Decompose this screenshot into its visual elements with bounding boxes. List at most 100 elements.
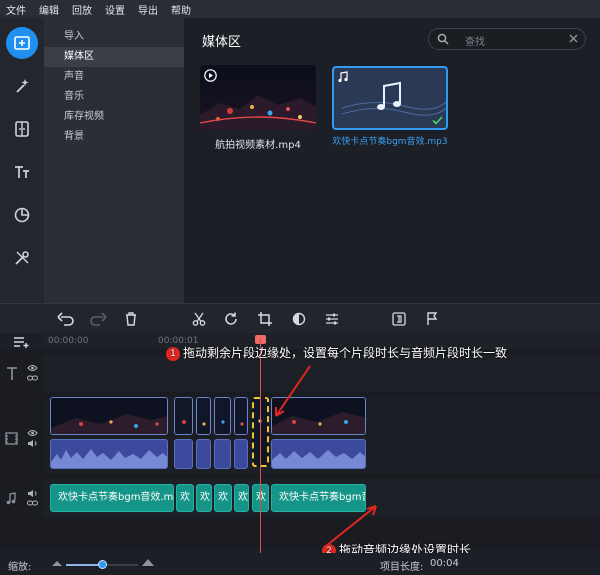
project-length-label: 项目长度: bbox=[380, 562, 424, 573]
media-category-list: 导入 媒体区 声音 音乐 库存视频 背景 bbox=[44, 18, 184, 303]
volume-icon[interactable] bbox=[27, 439, 38, 448]
zoom-out-icon[interactable] bbox=[52, 559, 62, 567]
ruler-tick-0: 00:00:00 bbox=[48, 336, 89, 346]
menu-settings[interactable]: 设置 bbox=[105, 2, 125, 17]
audio-clip-4[interactable]: 欢 bbox=[214, 484, 232, 512]
category-background[interactable]: 背景 bbox=[44, 127, 184, 147]
category-music[interactable]: 音乐 bbox=[44, 87, 184, 107]
checkmark-icon bbox=[432, 116, 443, 125]
video-clip-thumbnail bbox=[272, 398, 365, 434]
clock-sticker-icon bbox=[14, 207, 30, 223]
tools-icon bbox=[15, 251, 29, 265]
titles-tool-button[interactable] bbox=[6, 156, 38, 188]
waveform-graphic bbox=[272, 450, 365, 468]
video-editor-window: 文件 编辑 回放 设置 导出 帮助 导入 媒体区 声音 音乐 库存视频 背景 媒… bbox=[0, 0, 600, 575]
playhead-line[interactable] bbox=[260, 338, 261, 554]
rotate-icon[interactable] bbox=[224, 312, 239, 326]
link-icon[interactable] bbox=[27, 499, 38, 507]
audio-clip-1[interactable]: 欢快卡点节奏bgm音效.mp3 bbox=[50, 484, 174, 512]
video-clip-thumbnail bbox=[197, 398, 210, 434]
video-clip-4[interactable] bbox=[214, 397, 231, 435]
audio-clip-7[interactable]: 欢快卡点节奏bgm音效 bbox=[271, 484, 366, 512]
media-item-audio[interactable] bbox=[332, 66, 448, 130]
add-track-icon[interactable] bbox=[13, 335, 31, 348]
visibility-eye-icon[interactable] bbox=[27, 429, 38, 437]
effects-tool-button[interactable] bbox=[6, 70, 38, 102]
stickers-tool-button[interactable] bbox=[6, 199, 38, 231]
video-clip-thumbnail bbox=[215, 398, 230, 434]
text-track-icon bbox=[7, 367, 17, 380]
video-clip-thumbnail bbox=[175, 398, 192, 434]
menu-export[interactable]: 导出 bbox=[138, 2, 158, 17]
film-track-icon bbox=[5, 432, 18, 445]
zoom-slider-track[interactable] bbox=[66, 560, 138, 569]
annotation-1: 1 拖动剩余片段边缘处，设置每个片段时长与音频片段时长一致 bbox=[166, 344, 507, 361]
category-import[interactable]: 导入 bbox=[44, 27, 184, 47]
properties-icon[interactable] bbox=[325, 312, 339, 326]
project-length-value: 00:04 bbox=[430, 558, 459, 569]
video-clip-7[interactable] bbox=[271, 397, 366, 435]
video-audio-waveform-5 bbox=[234, 439, 248, 469]
menu-bar: 文件 编辑 回放 设置 导出 帮助 bbox=[0, 0, 600, 18]
zoom-slider-fill bbox=[66, 564, 102, 566]
cut-icon[interactable] bbox=[192, 312, 206, 326]
video-audio-waveform-2 bbox=[174, 439, 193, 469]
magic-wand-icon bbox=[16, 79, 29, 93]
play-icon bbox=[204, 69, 217, 82]
menu-playback[interactable]: 回放 bbox=[72, 2, 92, 17]
menu-file[interactable]: 文件 bbox=[6, 2, 26, 17]
visibility-eye-icon[interactable] bbox=[27, 364, 38, 372]
video-clip-thumbnail bbox=[235, 398, 247, 434]
marker-flag-icon[interactable] bbox=[426, 312, 438, 326]
tool-rail bbox=[0, 18, 44, 303]
audio-clip-3[interactable]: 欢 bbox=[196, 484, 212, 512]
volume-icon[interactable] bbox=[27, 489, 38, 498]
search-icon bbox=[437, 33, 449, 45]
add-media-icon bbox=[14, 36, 30, 50]
import-tool-button[interactable] bbox=[6, 27, 38, 59]
transitions-tool-button[interactable] bbox=[6, 113, 38, 145]
media-item-video[interactable] bbox=[200, 65, 316, 130]
redo-icon[interactable] bbox=[89, 312, 107, 326]
media-panel-title: 媒体区 bbox=[202, 35, 242, 50]
clear-search-icon[interactable] bbox=[568, 33, 579, 44]
crop-icon[interactable] bbox=[258, 312, 273, 326]
menu-edit[interactable]: 编辑 bbox=[39, 2, 59, 17]
link-icon[interactable] bbox=[27, 374, 38, 382]
more-tools-button[interactable] bbox=[6, 242, 38, 274]
menu-help[interactable]: 帮助 bbox=[171, 2, 191, 17]
waveform-graphic bbox=[51, 449, 167, 468]
annotation-1-text: 拖动剩余片段边缘处，设置每个片段时长与音频片段时长一致 bbox=[183, 346, 508, 360]
video-clip-1[interactable] bbox=[50, 397, 168, 435]
video-clip-2[interactable] bbox=[174, 397, 193, 435]
transition-icon bbox=[15, 121, 29, 137]
category-media-library[interactable]: 媒体区 bbox=[44, 47, 184, 67]
timeline-tracks: 欢快卡点节奏bgm音效.mp3 欢 欢 欢 欢 欢 欢快卡点节奏bgm音效 bbox=[0, 349, 600, 549]
audio-clip-2[interactable]: 欢 bbox=[176, 484, 194, 512]
video-clip-3[interactable] bbox=[196, 397, 211, 435]
undo-icon[interactable] bbox=[57, 312, 75, 326]
music-track[interactable]: 欢快卡点节奏bgm音效.mp3 欢 欢 欢 欢 欢 欢快卡点节奏bgm音效 bbox=[44, 479, 600, 517]
zoom-slider-thumb[interactable] bbox=[98, 560, 107, 569]
color-adjust-icon[interactable] bbox=[292, 312, 306, 326]
video-audio-waveform-4 bbox=[214, 439, 231, 469]
video-track[interactable] bbox=[44, 397, 600, 473]
media-item-video-label: 航拍视频素材.mp4 bbox=[215, 140, 301, 151]
video-audio-waveform-7 bbox=[271, 439, 366, 469]
zoom-in-icon[interactable] bbox=[142, 558, 154, 567]
category-sound[interactable]: 声音 bbox=[44, 67, 184, 87]
category-stock-video[interactable]: 库存视频 bbox=[44, 107, 184, 127]
video-thumbnail bbox=[200, 65, 316, 130]
search-input[interactable]: 查找 bbox=[428, 28, 586, 50]
video-clip-5[interactable] bbox=[234, 397, 248, 435]
delete-icon[interactable] bbox=[125, 312, 137, 326]
music-track-icon bbox=[6, 492, 16, 505]
search-placeholder: 查找 bbox=[465, 37, 485, 48]
annotation-1-number: 1 bbox=[166, 347, 180, 361]
export-frame-icon[interactable] bbox=[392, 312, 406, 326]
media-item-audio-label: 欢快卡点节奏bgm音效.mp3 bbox=[332, 137, 448, 147]
audio-clip-5[interactable]: 欢 bbox=[234, 484, 249, 512]
zoom-label: 缩放: bbox=[8, 562, 32, 573]
video-clip-thumbnail bbox=[51, 398, 167, 434]
timeline-toolbar bbox=[0, 303, 600, 333]
